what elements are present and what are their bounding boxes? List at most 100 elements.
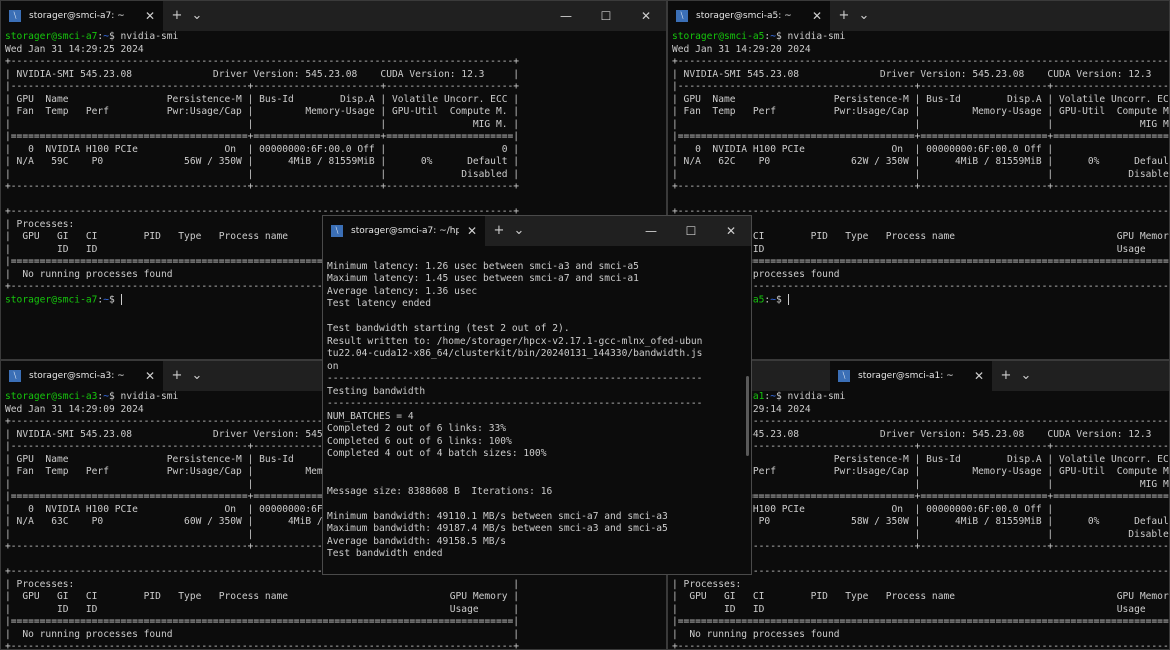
tab-title: storager@smci-a7: ~/hpcx-v2: [351, 226, 459, 236]
title-bar[interactable]: ⧹ storager@smci-a7: ~/hpcx-v2 ✕ + ⌄ — ☐ …: [323, 216, 751, 246]
tab-close-icon[interactable]: ✕: [804, 9, 830, 23]
output-line: on: [327, 360, 339, 372]
new-tab-button[interactable]: +: [167, 1, 187, 31]
output-line: |=======================================…: [5, 131, 520, 142]
output-line: Wed Jan 31 14:29:20 2024: [672, 43, 811, 55]
dropdown-icon[interactable]: ⌄: [187, 1, 207, 31]
output-line: | ID ID Usage |: [5, 603, 520, 615]
output-line: Testing bandwidth: [327, 385, 426, 397]
minimize-button[interactable]: —: [631, 216, 671, 246]
cursor: [120, 293, 122, 305]
output-line: | N/A 59C P0 56W / 350W | 4MiB / 81559Mi…: [5, 156, 520, 167]
output-line: | | | MIG M. |: [672, 118, 1170, 130]
tab-title: storager@smci-a3: ~: [29, 371, 125, 381]
output-line: |=======================================…: [672, 616, 1170, 627]
new-tab-button[interactable]: +: [167, 361, 187, 391]
tab-close-icon[interactable]: ✕: [137, 369, 163, 383]
new-tab-button[interactable]: +: [996, 361, 1016, 391]
output-line: ----------------------------------------…: [327, 373, 703, 384]
output-line: Completed 4 out of 4 batch sizes: 100%: [327, 448, 547, 459]
prompt-user: storager@smci-a5: [672, 31, 765, 42]
dropdown-icon[interactable]: ⌄: [509, 216, 529, 246]
scrollbar[interactable]: [746, 376, 749, 456]
tab-close-icon[interactable]: ✕: [459, 224, 485, 238]
tab[interactable]: ⧹ storager@smci-a3: ~ ✕: [1, 361, 163, 391]
dropdown-icon[interactable]: ⌄: [1016, 361, 1036, 391]
prompt-user: storager@smci-a3: [5, 391, 98, 402]
output-line: Maximum latency: 1.45 usec between smci-…: [327, 273, 639, 284]
output-line: Message size: 8388608 B Iterations: 16: [327, 485, 553, 497]
tab[interactable]: ⧹ storager@smci-a5: ~ ✕: [668, 1, 830, 31]
output-line: Completed 6 out of 6 links: 100%: [327, 435, 512, 447]
output-line: Test bandwidth ended: [327, 548, 443, 559]
output-line: | GPU GI CI PID Type Process name GPU Me…: [672, 591, 1170, 602]
prompt-command: nvidia-smi: [781, 31, 846, 42]
output-line: | Processes: |: [672, 578, 1170, 590]
output-line: | GPU GI CI PID Type Process name GPU Me…: [5, 591, 520, 602]
tab-close-icon[interactable]: ✕: [966, 369, 992, 383]
output-line: tu22.04-cuda12-x86_64/clusterkit/bin/202…: [327, 348, 703, 359]
maximize-button[interactable]: ☐: [586, 1, 626, 31]
prompt-command: nvidia-smi: [114, 31, 179, 42]
output-line: | | | MIG M. |: [5, 118, 520, 130]
new-tab-button[interactable]: +: [489, 216, 509, 246]
prompt-user: storager@smci-a7: [5, 294, 98, 305]
minimize-button[interactable]: —: [546, 1, 586, 31]
terminal-icon: ⧹: [9, 370, 21, 382]
prompt-command: nvidia-smi: [114, 391, 179, 402]
output-line: +---------------------------------------…: [672, 641, 1170, 650]
output-line: Completed 2 out of 6 links: 33%: [327, 423, 507, 434]
output-line: | NVIDIA-SMI 545.23.08 Driver Version: 5…: [5, 68, 520, 80]
output-line: | Fan Temp Perf Pwr:Usage/Cap | Memory-U…: [672, 106, 1170, 117]
output-line: +---------------------------------------…: [5, 181, 520, 192]
output-line: | 0 NVIDIA H100 PCIe On | 00000000:6F:00…: [5, 143, 520, 155]
output-line: +---------------------------------------…: [5, 641, 520, 650]
tab-title: storager@smci-a7: ~: [29, 11, 125, 21]
prompt-line: storager@smci-a5:~$ nvidia-smi: [672, 31, 1169, 44]
title-bar[interactable]: ⧹ storager@smci-a7: ~ ✕ + ⌄ — ☐ ✕: [1, 1, 666, 31]
terminal-window-hpcx[interactable]: ⧹ storager@smci-a7: ~/hpcx-v2 ✕ + ⌄ — ☐ …: [322, 215, 752, 575]
output-line: Result written to: /home/storager/hpcx-v…: [327, 335, 703, 347]
output-line: Average latency: 1.36 usec: [327, 285, 478, 297]
output-line: | No running processes found |: [5, 628, 520, 640]
cursor: [787, 293, 789, 305]
output-line: |=======================================…: [5, 616, 520, 627]
output-line: Maximum bandwidth: 49187.4 MB/s between …: [327, 523, 668, 534]
tab[interactable]: ⧹ storager@smci-a7: ~ ✕: [1, 1, 163, 31]
close-button[interactable]: ✕: [626, 1, 666, 31]
terminal-icon: ⧹: [838, 370, 850, 382]
new-tab-button[interactable]: +: [834, 1, 854, 31]
output-line: Average bandwidth: 49158.5 MB/s: [327, 535, 507, 547]
tab[interactable]: ⧹ storager@smci-a1: ~ ✕: [830, 361, 992, 391]
output-line: | GPU Name Persistence-M | Bus-Id Disp.A…: [5, 93, 520, 105]
output-line: +---------------------------------------…: [672, 56, 1170, 67]
maximize-button[interactable]: ☐: [671, 216, 711, 246]
tab-close-icon[interactable]: ✕: [137, 9, 163, 23]
output-line: | GPU Name Persistence-M | Bus-Id Disp.A…: [672, 93, 1170, 105]
prompt-command: nvidia-smi: [781, 391, 846, 402]
output-line: | ID ID Usage |: [672, 603, 1170, 615]
tab[interactable]: ⧹ storager@smci-a7: ~/hpcx-v2 ✕: [323, 216, 485, 246]
output-line: Minimum bandwidth: 49110.1 MB/s between …: [327, 510, 668, 522]
terminal-icon: ⧹: [9, 10, 21, 22]
output-line: | | | Disabled |: [672, 168, 1170, 180]
title-bar[interactable]: ⧹ storager@smci-a5: ~ ✕ + ⌄: [668, 1, 1169, 31]
output-line: +---------------------------------------…: [672, 181, 1170, 192]
terminal-icon: ⧹: [331, 225, 343, 237]
output-line: | N/A 62C P0 62W / 350W | 4MiB / 81559Mi…: [672, 156, 1170, 167]
terminal-output[interactable]: Minimum latency: 1.26 usec between smci-…: [327, 248, 702, 561]
dropdown-icon[interactable]: ⌄: [854, 1, 874, 31]
close-button[interactable]: ✕: [711, 216, 751, 246]
output-line: | 0 NVIDIA H100 PCIe On | 00000000:6F:00…: [672, 143, 1170, 155]
output-line: |---------------------------------------…: [672, 81, 1170, 92]
output-line: Test latency ended: [327, 298, 431, 309]
output-line: | NVIDIA-SMI 545.23.08 Driver Version: 5…: [672, 68, 1170, 80]
output-line: | Fan Temp Perf Pwr:Usage/Cap | Memory-U…: [5, 106, 520, 117]
tab-title: storager@smci-a5: ~: [696, 11, 792, 21]
dropdown-icon[interactable]: ⌄: [187, 361, 207, 391]
